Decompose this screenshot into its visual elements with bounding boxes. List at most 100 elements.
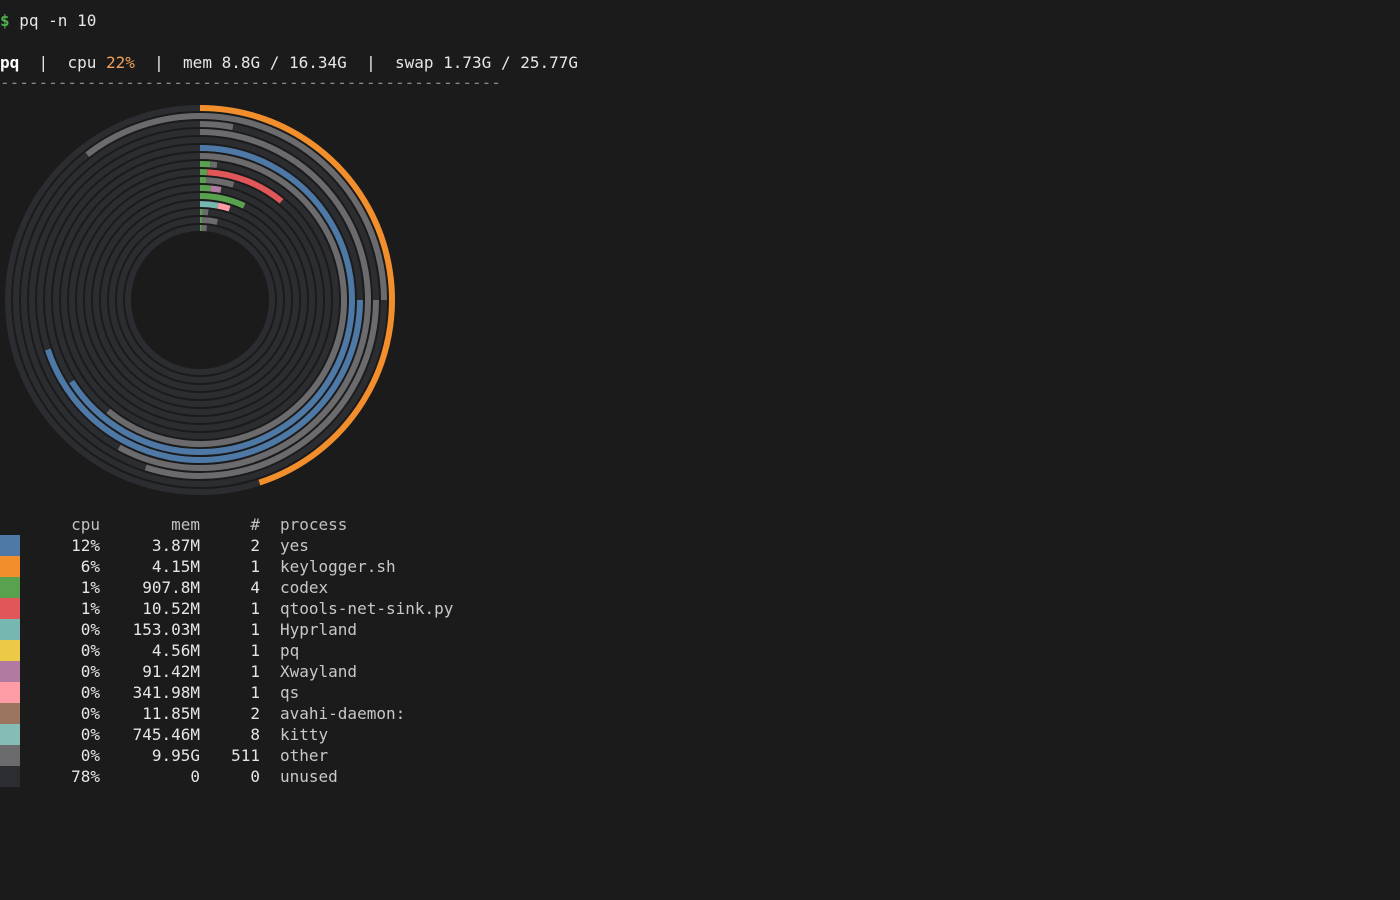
status-bar: pq | cpu 22% | mem 8.8G / 16.34G | swap … [0, 52, 578, 73]
table-header-row: cpu mem # process [0, 514, 520, 535]
process-name: avahi-daemon: [280, 704, 406, 723]
count-value: 8 [250, 725, 260, 744]
color-swatch [0, 682, 20, 703]
swap-usage: swap 1.73G / 25.77G [394, 53, 579, 72]
ring-segment [101, 201, 299, 399]
process-name: qs [280, 683, 300, 702]
ring-segment [205, 177, 235, 188]
cpu-value: 0% [80, 620, 100, 639]
ring-segment [199, 121, 234, 131]
count-value: 1 [250, 641, 260, 660]
count-value: 1 [250, 683, 260, 702]
mem-value: 153.03M [132, 620, 200, 639]
ring-segment [201, 217, 219, 225]
count-value: 1 [250, 599, 260, 618]
process-name: other [280, 746, 329, 765]
color-swatch [0, 535, 20, 556]
process-table-body: 12% 3.87M 2 yes 6% 4.15M 1 keylogger.sh 1% 907.8M… [0, 535, 520, 787]
ring-15 [125, 225, 275, 375]
table-row: 0% 91.42M 1 Xwayland [0, 661, 520, 682]
process-name: unused [280, 767, 338, 786]
count-value: 1 [250, 662, 260, 681]
ring-segment [210, 185, 222, 193]
ring-2 [21, 121, 379, 479]
mem-value: 9.95G [151, 746, 200, 765]
color-swatch [0, 619, 20, 640]
ring-segment [77, 177, 324, 423]
process-name: Xwayland [280, 662, 358, 681]
status-separator: | [19, 53, 68, 72]
mem-value: 4.15M [151, 557, 200, 576]
cpu-value: 0% [80, 641, 100, 660]
color-swatch [0, 556, 20, 577]
process-name: qtools-net-sink.py [280, 599, 454, 618]
table-row: 78% 0 0 unused [0, 766, 520, 787]
ring-segment [217, 202, 231, 212]
column-header-count: # [250, 515, 260, 534]
color-swatch [0, 577, 20, 598]
count-value: 0 [250, 767, 260, 786]
mem-value: 907.8M [142, 578, 200, 597]
column-header-cpu: cpu [71, 515, 100, 534]
cpu-value: 78% [71, 767, 100, 786]
count-value: 2 [250, 704, 260, 723]
mem-value: 91.42M [142, 662, 200, 681]
ring-segment [210, 161, 218, 169]
prompt-symbol: $ [0, 11, 10, 30]
cpu-value: 6% [80, 557, 100, 576]
count-value: 511 [231, 746, 260, 765]
memory-usage: mem 8.8G / 16.34G [183, 53, 347, 72]
cpu-usage-value: 22% [105, 53, 135, 72]
command-text: pq -n 10 [9, 11, 97, 30]
cpu-value: 0% [80, 683, 100, 702]
process-name: codex [280, 578, 329, 597]
ring-13 [109, 208, 291, 391]
process-rings-chart [5, 105, 395, 495]
mem-value: 3.87M [151, 536, 200, 555]
table-row: 0% 11.85M 2 avahi-daemon: [0, 703, 520, 724]
cpu-value: 1% [80, 599, 100, 618]
ring-segment [125, 225, 275, 375]
ring-segment [199, 185, 211, 192]
table-row: 1% 10.52M 1 qtools-net-sink.py [0, 598, 520, 619]
cpu-label: cpu [67, 53, 106, 72]
column-header-mem: mem [171, 515, 200, 534]
table-row: 1% 907.8M 4 codex [0, 577, 520, 598]
cpu-value: 1% [80, 578, 100, 597]
command-prompt: $ pq -n 10 [0, 10, 96, 31]
ring-12 [101, 201, 299, 399]
cpu-value: 12% [71, 536, 100, 555]
color-swatch [0, 661, 20, 682]
process-name: pq [280, 641, 300, 660]
table-row: 0% 4.56M 1 pq [0, 640, 520, 661]
mem-value: 10.52M [142, 599, 200, 618]
count-value: 2 [250, 536, 260, 555]
mem-value: 745.46M [132, 725, 200, 744]
mem-value: 0 [190, 767, 200, 786]
color-swatch [0, 640, 20, 661]
table-row: 0% 745.46M 8 kitty [0, 724, 520, 745]
count-value: 1 [250, 557, 260, 576]
table-row: 0% 341.98M 1 qs [0, 682, 520, 703]
cpu-value: 0% [80, 746, 100, 765]
process-name: keylogger.sh [280, 557, 396, 576]
mem-value: 11.85M [142, 704, 200, 723]
mem-value: 4.56M [151, 641, 200, 660]
status-separator: | [134, 53, 184, 72]
process-name: yes [280, 536, 309, 555]
divider-rule: ----------------------------------------… [0, 73, 501, 92]
table-row: 12% 3.87M 2 yes [0, 535, 520, 556]
table-row: 0% 9.95G 511 other [0, 745, 520, 766]
terminal-window[interactable]: $ pq -n 10 pq | cpu 22% | mem 8.8G / 16.… [0, 0, 1400, 900]
process-name: Hyprland [280, 620, 358, 639]
cpu-value: 0% [80, 725, 100, 744]
ring-9 [77, 176, 324, 423]
status-separator: | [346, 53, 395, 72]
mem-value: 341.98M [132, 683, 200, 702]
cpu-value: 0% [80, 662, 100, 681]
color-swatch [0, 745, 20, 766]
ring-segment [199, 201, 219, 209]
color-swatch [0, 703, 20, 724]
color-swatch [0, 766, 20, 787]
color-swatch [0, 598, 20, 619]
